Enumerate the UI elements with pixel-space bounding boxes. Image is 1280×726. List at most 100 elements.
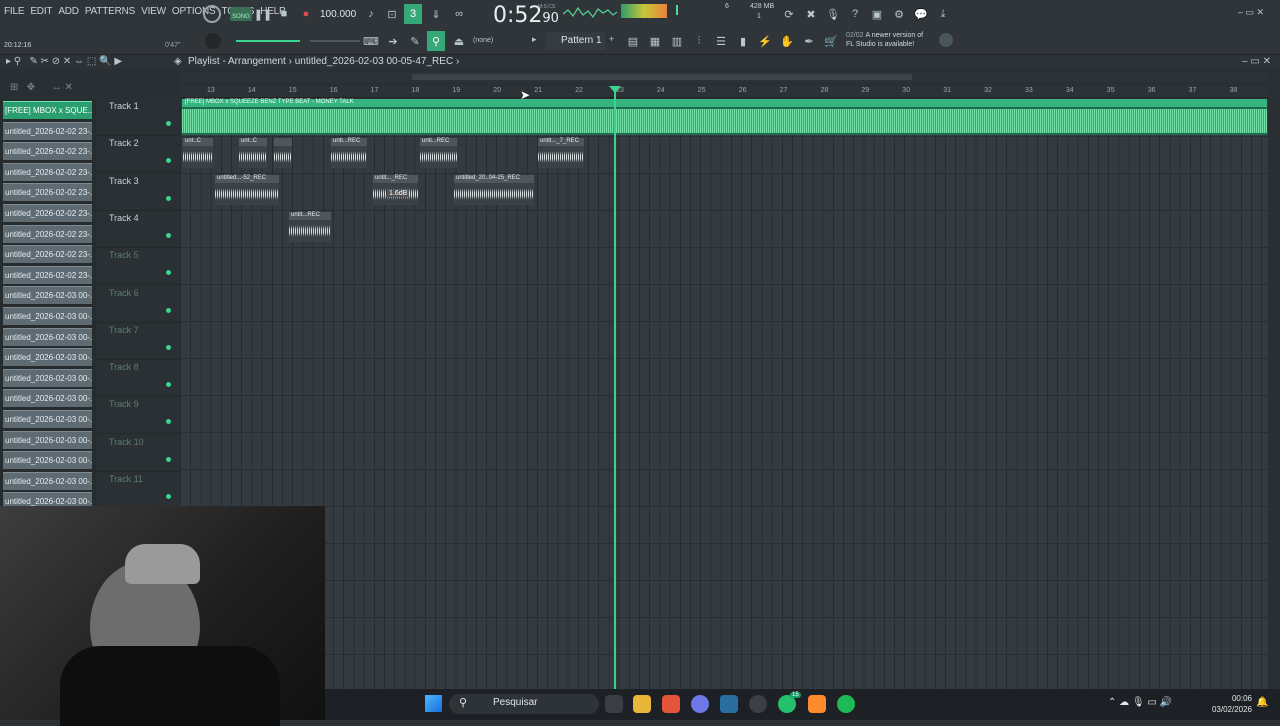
- help-icon[interactable]: ?: [846, 6, 864, 22]
- playlist-window-controls[interactable]: ‒ ▭ ✕: [1242, 56, 1271, 67]
- picker-item[interactable]: untitled_2026-02-02 23-...: [3, 245, 92, 264]
- picker-tool-icons[interactable]: ⊞ ✥ ↔ ✕: [10, 82, 73, 93]
- news-panel[interactable]: 02/02 A newer version of FL Studio is av…: [846, 31, 923, 49]
- track-header[interactable]: Track 1: [96, 99, 180, 136]
- vertical-scrollbar[interactable]: [1268, 99, 1280, 689]
- picker-item[interactable]: untitled_2026-02-03 00-...: [3, 471, 92, 490]
- picker-item[interactable]: untitled_2026-02-02 23-...: [3, 204, 92, 222]
- track-header[interactable]: Track 11: [96, 472, 180, 509]
- picker-item[interactable]: untitled_2026-02-03 00-...: [3, 368, 92, 387]
- main-pitch-knob[interactable]: [205, 33, 221, 49]
- notification-icon[interactable]: 🔔: [1256, 697, 1268, 708]
- track-mute-dot[interactable]: [166, 456, 171, 462]
- picker-item[interactable]: untitled_2026-02-03 00-...: [3, 348, 92, 367]
- track-header[interactable]: Track 5: [96, 248, 180, 286]
- pause-button[interactable]: ❚❚: [254, 6, 272, 22]
- stop-button[interactable]: ■: [275, 6, 293, 22]
- touch-icon[interactable]: ✋: [778, 33, 796, 49]
- loop-record-icon[interactable]: ∞: [450, 6, 468, 22]
- link-icon[interactable]: ⚲: [427, 31, 445, 51]
- picker-item[interactable]: untitled_2026-02-03 00-...: [3, 286, 92, 305]
- picker-item[interactable]: untitled_2026-02-02 23-...: [3, 142, 92, 161]
- song-mode-toggle[interactable]: SONG: [230, 7, 252, 21]
- picker-item[interactable]: untitled_2026-02-02 23-...: [3, 224, 92, 243]
- menu-item-file[interactable]: FILE: [4, 6, 25, 17]
- menu-item-add[interactable]: ADD: [58, 6, 79, 17]
- master-volume-slider[interactable]: [236, 40, 300, 42]
- pen-icon[interactable]: ✒: [800, 33, 818, 49]
- audio-clip[interactable]: untit...REC: [289, 212, 331, 242]
- playlist-icon[interactable]: ▤: [624, 33, 642, 49]
- horizontal-scrollbar[interactable]: [180, 72, 1268, 82]
- track-header[interactable]: Track 7: [96, 323, 180, 360]
- picker-item[interactable]: untitled_2026-02-02 23-...: [3, 121, 92, 140]
- tray-icons[interactable]: ⌃ ☁ 🎙 ▭ 🔊: [1108, 697, 1172, 708]
- playhead[interactable]: [614, 86, 616, 689]
- playlist-grid[interactable]: [FREE] MBOX x SQUEEZE BENZ TYPE BEAT - M…: [180, 99, 1268, 689]
- master-audio-clip[interactable]: [FREE] MBOX x SQUEEZE BENZ TYPE BEAT - M…: [182, 99, 1267, 135]
- metronome-icon[interactable]: ♪: [362, 6, 380, 22]
- track-mute-dot[interactable]: [166, 307, 171, 313]
- news-settings-icon[interactable]: [939, 33, 953, 47]
- plugin-icon[interactable]: ⚙: [890, 6, 908, 22]
- picker-item[interactable]: untitled_2026-02-02 23-...: [3, 162, 92, 181]
- track-header[interactable]: Track 9: [96, 397, 180, 435]
- track-header[interactable]: Track 8: [96, 360, 180, 398]
- picker-item[interactable]: untitled_2026-02-03 00-...: [3, 430, 92, 449]
- menu-item-patterns[interactable]: PATTERNS: [85, 6, 135, 17]
- picker-item[interactable]: untitled_2026-02-03 00-...: [3, 451, 92, 470]
- microphone-icon[interactable]: 🎙: [824, 6, 842, 22]
- playlist-toolbar-icons[interactable]: ▸ ⚲ ✎ ✂ ⊘ ✕ ⇔ ⬚ 🔍 ▶: [6, 56, 122, 67]
- save-icon[interactable]: ▣: [868, 6, 886, 22]
- track-mute-dot[interactable]: [166, 494, 171, 499]
- audio-clip[interactable]: untitled_20..04-25_REC: [454, 175, 534, 205]
- audio-clip[interactable]: unt..C: [239, 138, 267, 168]
- pin-icon[interactable]: ⚡: [756, 33, 774, 49]
- track-header[interactable]: Track 4: [96, 211, 180, 248]
- pattern-prev-icon[interactable]: ▸: [532, 34, 537, 45]
- app-icon[interactable]: [749, 695, 767, 713]
- add-pattern-icon[interactable]: +: [609, 34, 614, 44]
- shop-icon[interactable]: 🛒: [822, 33, 840, 49]
- task-view-icon[interactable]: [605, 695, 623, 713]
- brave-icon[interactable]: [662, 695, 680, 713]
- audio-clip[interactable]: unti...REC: [331, 138, 367, 168]
- record-button[interactable]: ●: [297, 6, 315, 22]
- track-mute-dot[interactable]: [166, 344, 171, 350]
- piano-roll-icon[interactable]: ▥: [668, 33, 686, 49]
- audio-clip[interactable]: unt..C: [183, 138, 213, 168]
- timeline-ruler[interactable]: 13 14 15 16 17 18 19 20 21 22 23 24 25 26 27 28 29 30 31 32…: [180, 86, 1268, 98]
- audio-clip[interactable]: [274, 138, 292, 168]
- playhead-marker[interactable]: [609, 86, 621, 93]
- window-controls[interactable]: ‒ ▭ ✕: [1238, 7, 1264, 18]
- windows-start-icon[interactable]: [425, 695, 442, 712]
- pattern-selector[interactable]: Pattern 1: [545, 32, 605, 50]
- taskbar-search[interactable]: ⚲ Pesquisar: [449, 694, 599, 714]
- stamp-icon[interactable]: ⏏: [450, 33, 468, 49]
- track-mute-dot[interactable]: [166, 158, 171, 164]
- pencil-tool-icon[interactable]: ✎: [406, 33, 424, 49]
- typing-keyboard-icon[interactable]: ⌨: [362, 33, 380, 49]
- picker-item[interactable]: [FREE] MBOX x SQUE...: [3, 101, 92, 119]
- browser-icon[interactable]: ☰: [712, 33, 730, 49]
- track-header[interactable]: Track 3: [96, 174, 180, 211]
- plugin-picker-icon[interactable]: ▮: [734, 33, 752, 49]
- audio-clip[interactable]: untitled...-52_REC: [215, 175, 279, 205]
- menu-item-edit[interactable]: EDIT: [30, 6, 52, 17]
- track-mute-dot[interactable]: [166, 121, 171, 126]
- panic-icon[interactable]: ✖: [802, 6, 820, 22]
- spotify-icon[interactable]: [837, 695, 855, 713]
- audio-clip[interactable]: untit..._7_REC: [538, 138, 584, 168]
- tempo-display[interactable]: 100.000: [320, 9, 356, 20]
- steam-icon[interactable]: [720, 695, 738, 713]
- picker-item[interactable]: untitled_2026-02-03 00-...: [3, 307, 92, 325]
- picker-item[interactable]: untitled_2026-02-02 23-...: [3, 183, 92, 202]
- step-edit-icon[interactable]: ⇓: [427, 6, 445, 22]
- fl-studio-icon[interactable]: [808, 695, 826, 713]
- picker-item[interactable]: untitled_2026-02-02 23-...: [3, 265, 92, 284]
- track-mute-dot[interactable]: [166, 270, 171, 276]
- mixer-icon[interactable]: ⫶: [690, 33, 708, 49]
- taskbar-clock[interactable]: 00:06 03/02/2026: [1208, 693, 1252, 715]
- file-explorer-icon[interactable]: [633, 695, 651, 713]
- restart-icon[interactable]: ⟳: [780, 6, 798, 22]
